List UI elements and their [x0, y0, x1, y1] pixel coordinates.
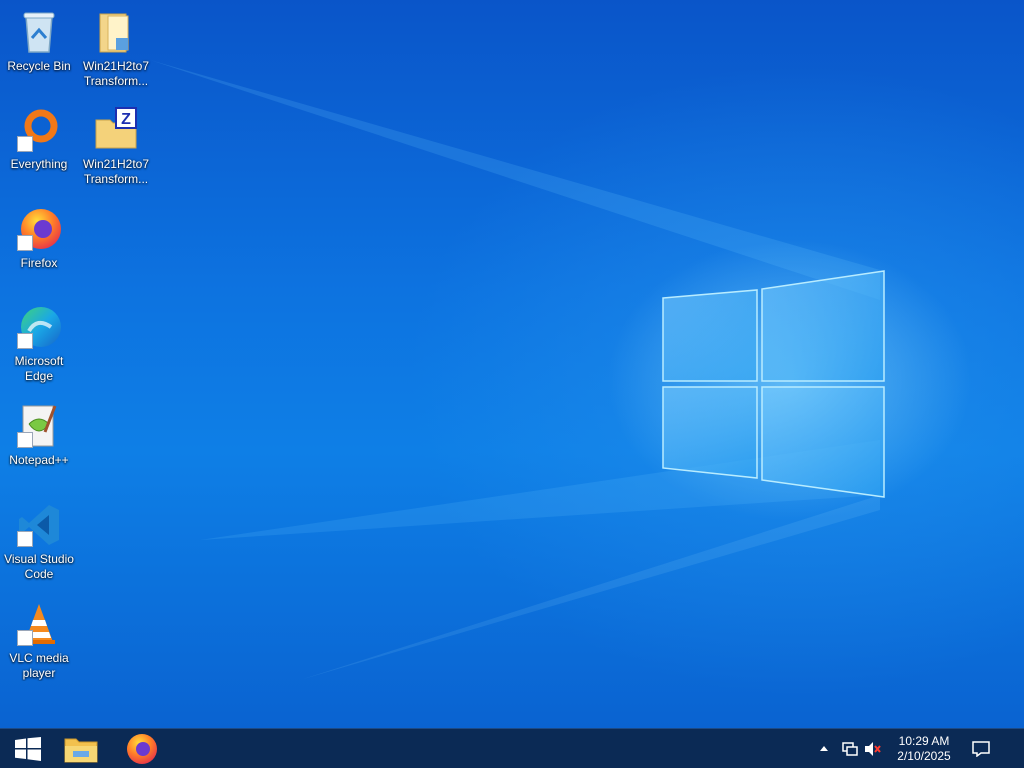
start-button[interactable] — [0, 729, 56, 768]
taskbar-file-explorer[interactable] — [53, 729, 109, 768]
taskbar: 10:29 AM 2/10/2025 — [0, 728, 1024, 768]
show-hidden-icons-button[interactable] — [814, 729, 834, 768]
recycle-bin-icon — [15, 8, 63, 56]
desktop-icon-label: Notepad++ — [9, 453, 69, 467]
taskbar-clock[interactable]: 10:29 AM 2/10/2025 — [884, 729, 964, 768]
shortcut-arrow-icon — [17, 333, 33, 349]
desktop-icon-label: Recycle Bin — [7, 59, 71, 73]
action-center-button[interactable] — [966, 729, 996, 768]
desktop-icon-label: Microsoft Edge — [14, 354, 64, 383]
zip-folder-icon: Z — [92, 106, 140, 154]
vscode-icon — [15, 501, 63, 549]
edge-icon — [15, 303, 63, 351]
volume-button[interactable] — [862, 729, 884, 768]
desktop-icon-notepad-plus-plus[interactable]: Notepad++ — [1, 402, 77, 468]
folder-icon — [92, 8, 140, 56]
taskbar-firefox[interactable] — [114, 729, 170, 768]
desktop-icon-label: Win21H2to7 Transform... — [82, 59, 150, 88]
desktop-icon-win21h2to7-folder[interactable]: Win21H2to7 Transform... — [78, 8, 154, 89]
desktop[interactable]: Recycle Bin Win21H2to7 Transform... Ever… — [0, 0, 1024, 728]
shortcut-arrow-icon — [17, 432, 33, 448]
desktop-icon-microsoft-edge[interactable]: Microsoft Edge — [1, 303, 77, 384]
action-center-icon — [972, 741, 990, 757]
svg-text:Z: Z — [121, 111, 131, 128]
desktop-icon-visual-studio-code[interactable]: Visual Studio Code — [1, 501, 77, 582]
clock-date: 2/10/2025 — [897, 749, 951, 763]
desktop-icon-label: Firefox — [20, 256, 58, 270]
notepadpp-icon — [15, 402, 63, 450]
desktop-icon-label: Win21H2to7 Transform... — [82, 157, 150, 186]
desktop-icon-vlc-media-player[interactable]: VLC media player — [1, 600, 77, 681]
desktop-icon-label: Everything — [10, 157, 68, 171]
vlc-icon — [15, 600, 63, 648]
firefox-icon — [127, 734, 157, 764]
desktop-icon-recycle-bin[interactable]: Recycle Bin — [1, 8, 77, 74]
desktop-icon-everything[interactable]: Everything — [1, 106, 77, 172]
desktop-icon-firefox[interactable]: Firefox — [1, 205, 77, 271]
volume-muted-icon — [865, 742, 881, 756]
shortcut-arrow-icon — [17, 235, 33, 251]
network-icon — [842, 742, 858, 756]
desktop-icon-win21h2to7-archive[interactable]: Z Win21H2to7 Transform... — [78, 106, 154, 187]
shortcut-arrow-icon — [17, 630, 33, 646]
network-status-button[interactable] — [838, 729, 862, 768]
file-explorer-icon — [64, 738, 98, 763]
chevron-up-icon — [820, 746, 828, 751]
windows-logo-glow — [662, 270, 885, 498]
start-icon — [15, 737, 41, 761]
everything-icon — [15, 106, 63, 154]
desktop-icon-label: Visual Studio Code — [4, 552, 74, 581]
clock-time: 10:29 AM — [898, 734, 950, 748]
shortcut-arrow-icon — [17, 136, 33, 152]
shortcut-arrow-icon — [17, 531, 33, 547]
desktop-icon-label: VLC media player — [9, 651, 69, 680]
firefox-icon — [15, 205, 63, 253]
